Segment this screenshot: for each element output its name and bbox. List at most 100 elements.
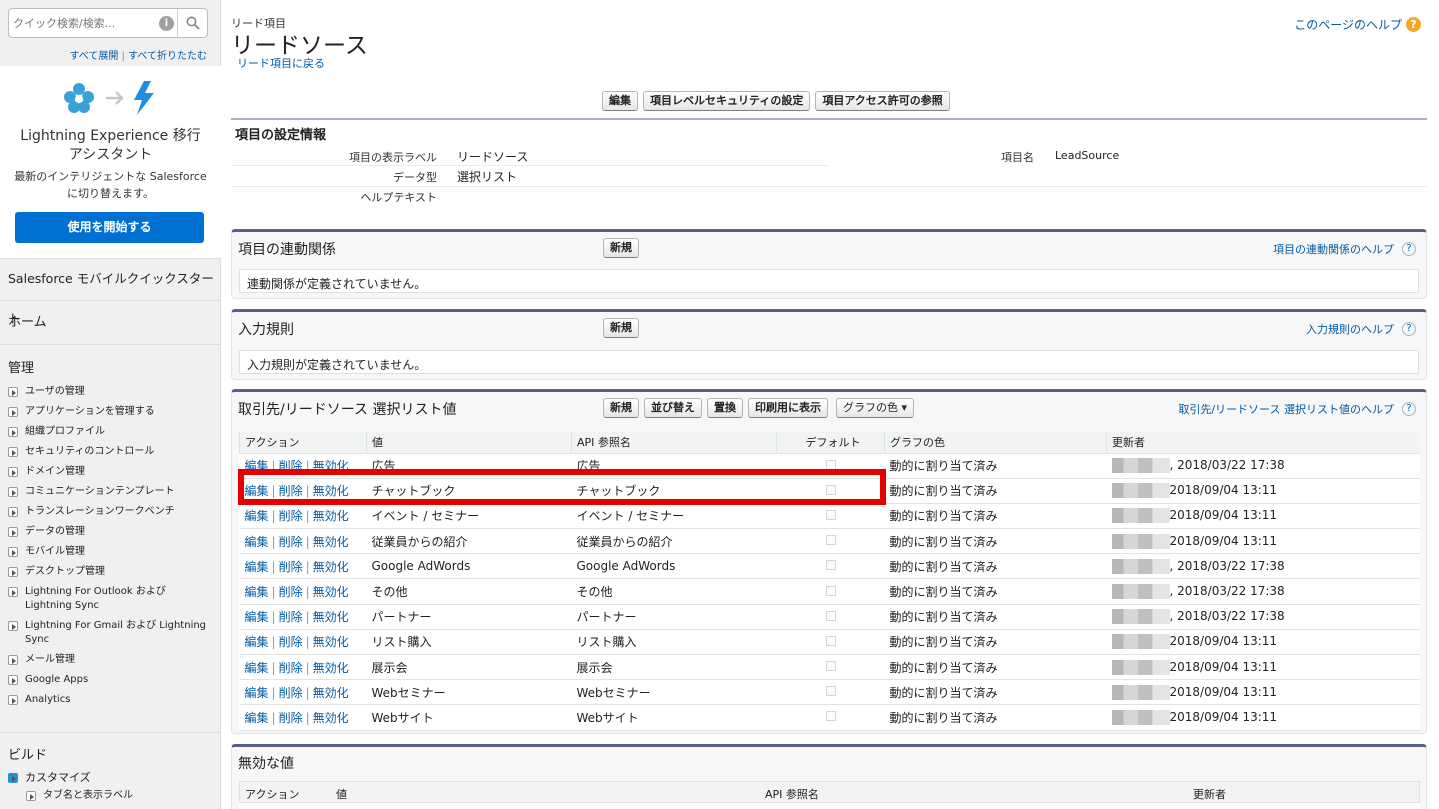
- delete-link[interactable]: 削除: [279, 585, 303, 599]
- collapse-all-link[interactable]: すべて折りたたむ: [128, 51, 207, 62]
- delete-link[interactable]: 削除: [279, 610, 303, 624]
- deactivate-link[interactable]: 無効化: [313, 711, 349, 725]
- edit-link[interactable]: 編集: [245, 585, 269, 599]
- nav-item-user-management[interactable]: ユーザの管理: [8, 385, 213, 399]
- replace-button[interactable]: 置換: [707, 398, 743, 418]
- api-name-cell: 広告: [571, 453, 777, 479]
- get-started-button[interactable]: 使用を開始する: [15, 212, 204, 243]
- delete-link[interactable]: 削除: [279, 535, 303, 549]
- api-name-cell: Webサイト: [571, 704, 777, 731]
- new-validation-rule-button[interactable]: 新規: [603, 318, 639, 338]
- nav-item-analytics[interactable]: Analytics: [8, 693, 213, 707]
- chart-color-cell: 動的に割り当て済み: [884, 679, 1107, 706]
- nav-item-translation[interactable]: トランスレーションワークベンチ: [8, 505, 213, 519]
- nav-item-email[interactable]: メール管理: [8, 653, 213, 667]
- info-icon[interactable]: i: [159, 16, 174, 31]
- edit-link[interactable]: 編集: [245, 635, 269, 649]
- help-question-icon[interactable]: ?: [1406, 17, 1421, 32]
- deactivate-link[interactable]: 無効化: [313, 509, 349, 523]
- delete-link[interactable]: 削除: [279, 459, 303, 473]
- edit-link[interactable]: 編集: [245, 686, 269, 700]
- mobile-quickstart-link[interactable]: Salesforce モバイルクイックスタート: [0, 258, 221, 326]
- edit-link[interactable]: 編集: [245, 661, 269, 675]
- nav-item-customize[interactable]: カスタマイズ: [8, 771, 213, 785]
- help-question-icon[interactable]: ?: [1402, 402, 1416, 416]
- admin-header: 管理: [8, 361, 35, 376]
- expand-all-link[interactable]: すべて展開: [69, 51, 118, 62]
- validation-help-link[interactable]: 入力規則のヘルプ: [1306, 321, 1394, 337]
- delete-link[interactable]: 削除: [279, 484, 303, 498]
- help-question-icon[interactable]: ?: [1402, 242, 1416, 256]
- nav-item-domain[interactable]: ドメイン管理: [8, 465, 213, 479]
- default-checkbox: [825, 509, 836, 520]
- picklist-help-link[interactable]: 取引先/リードソース 選択リスト値のヘルプ: [1178, 401, 1394, 417]
- reorder-button[interactable]: 並び替え: [644, 398, 702, 418]
- deactivate-link[interactable]: 無効化: [313, 585, 349, 599]
- page-help-link[interactable]: このページのヘルプ: [1294, 16, 1402, 33]
- nav-item-google-apps[interactable]: Google Apps: [8, 673, 213, 687]
- nav-item-data-management[interactable]: データの管理: [8, 525, 213, 539]
- redacted-user-name: [1111, 634, 1170, 650]
- nav-item-security[interactable]: セキュリティのコントロール: [8, 445, 213, 459]
- expand-triangle-icon: [8, 587, 18, 597]
- value-cell: その他: [366, 578, 572, 605]
- edit-link[interactable]: 編集: [245, 459, 269, 473]
- edit-link[interactable]: 編集: [245, 711, 269, 725]
- deactivate-link[interactable]: 無効化: [313, 535, 349, 549]
- view-field-accessibility-button[interactable]: 項目アクセス許可の参照: [815, 91, 950, 111]
- delete-link[interactable]: 削除: [279, 560, 303, 574]
- delete-link[interactable]: 削除: [279, 661, 303, 675]
- deactivate-link[interactable]: 無効化: [313, 610, 349, 624]
- row-actions: 編集 | 削除 | 無効化: [239, 604, 367, 630]
- action-separator: |: [305, 559, 310, 574]
- nav-item-org-profile[interactable]: 組織プロファイル: [8, 425, 213, 439]
- redacted-user-name: [1111, 584, 1170, 600]
- printable-view-button[interactable]: 印刷用に表示: [748, 398, 828, 418]
- column-header: アクション: [239, 432, 367, 454]
- delete-link[interactable]: 削除: [279, 509, 303, 523]
- default-cell: [776, 528, 885, 555]
- nav-item-tabs-labels[interactable]: タブ名と表示ラベル: [26, 789, 213, 803]
- edit-link[interactable]: 編集: [245, 484, 269, 498]
- help-question-icon[interactable]: ?: [1402, 322, 1416, 336]
- nav-item-mobile[interactable]: モバイル管理: [8, 545, 213, 559]
- edit-link[interactable]: 編集: [245, 535, 269, 549]
- deactivate-link[interactable]: 無効化: [313, 635, 349, 649]
- arrow-right-icon: [106, 91, 124, 105]
- back-to-lead-fields-link[interactable]: リード項目に戻る: [237, 55, 325, 71]
- table-row: 編集 | 削除 | 無効化 リスト購入 リスト購入 動的に割り当て済み 2018/09/04 1…: [239, 629, 1420, 656]
- delete-link[interactable]: 削除: [279, 686, 303, 700]
- deactivate-link[interactable]: 無効化: [313, 661, 349, 675]
- edit-link[interactable]: 編集: [245, 509, 269, 523]
- inactive-table-header: アクション 値 API 参照名 更新者: [239, 781, 1420, 803]
- home-link[interactable]: ホーム: [0, 300, 221, 344]
- deactivate-link[interactable]: 無効化: [313, 459, 349, 473]
- nav-item-lightning-outlook[interactable]: Lightning For Outlook および Lightning Sync: [8, 585, 213, 613]
- deactivate-link[interactable]: 無効化: [313, 686, 349, 700]
- redacted-user-name: [1111, 659, 1170, 675]
- edit-link[interactable]: 編集: [245, 610, 269, 624]
- search-button[interactable]: [177, 9, 207, 37]
- deactivate-link[interactable]: 無効化: [313, 484, 349, 498]
- nav-item-desktop[interactable]: デスクトップ管理: [8, 565, 213, 579]
- edit-link[interactable]: 編集: [245, 560, 269, 574]
- delete-link[interactable]: 削除: [279, 635, 303, 649]
- edit-button[interactable]: 編集: [602, 91, 638, 111]
- new-value-button[interactable]: 新規: [603, 398, 639, 418]
- delete-link[interactable]: 削除: [279, 711, 303, 725]
- chart-color-select[interactable]: グラフの色 ▾: [836, 398, 915, 418]
- updated-by-cell: 2018/09/04 13:11: [1106, 503, 1420, 530]
- expand-collapse-links: すべて展開 | すべて折りたたむ: [0, 47, 207, 62]
- field-level-security-button[interactable]: 項目レベルセキュリティの設定: [643, 91, 811, 111]
- deactivate-link[interactable]: 無効化: [313, 560, 349, 574]
- quick-search-input[interactable]: [13, 15, 153, 31]
- nav-item-app-management[interactable]: アプリケーションを管理する: [8, 405, 213, 419]
- new-dependency-button[interactable]: 新規: [603, 238, 639, 258]
- column-header: デフォルト: [776, 432, 885, 454]
- nav-item-lightning-gmail[interactable]: Lightning For Gmail および Lightning Sync: [8, 619, 213, 647]
- action-separator: |: [305, 509, 310, 524]
- chart-color-cell: 動的に割り当て済み: [884, 553, 1107, 580]
- chart-color-cell: 動的に割り当て済み: [884, 704, 1107, 731]
- dependencies-help-link[interactable]: 項目の連動関係のヘルプ: [1273, 241, 1394, 257]
- nav-item-comm-templates[interactable]: コミュニケーションテンプレート: [8, 485, 213, 499]
